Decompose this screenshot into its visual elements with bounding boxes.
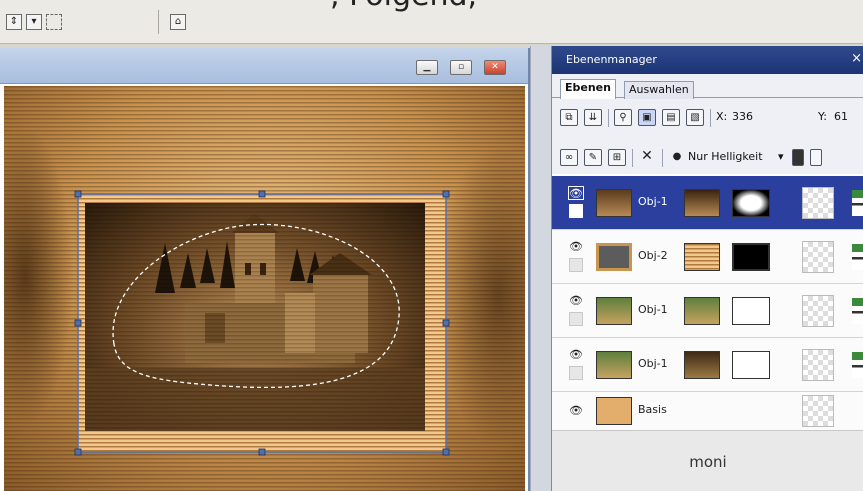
layer-name: Obj-2	[638, 249, 668, 262]
align-distribute-icon[interactable]: ⇕	[6, 14, 22, 30]
layer-alpha-thumbnail	[802, 349, 834, 381]
layout-icon[interactable]: ▤	[662, 109, 680, 126]
layer-name: Obj-1	[638, 303, 668, 316]
panel-title: Ebenenmanager ×	[552, 46, 863, 74]
layer-mask-thumbnail	[732, 351, 770, 379]
y-coordinate-label: Y:	[818, 110, 827, 123]
layer-row[interactable]: 👁 Obj-1	[552, 284, 863, 338]
panel-footer: moni	[552, 430, 863, 491]
image-icon[interactable]: ▧	[686, 109, 704, 126]
chain-icon[interactable]: ∞	[560, 149, 578, 166]
document-window: ▁ ▫ ✕	[0, 48, 530, 491]
layer-lock-box[interactable]	[569, 258, 583, 272]
x-coordinate-value: 336	[732, 110, 753, 123]
blend-mode-icon: ●	[672, 151, 682, 162]
home-object-icon[interactable]: ⌂	[170, 14, 186, 30]
layer-manager-panel: Ebenenmanager × Ebenen Auswahlen ⧉ ⇊ ⚲ ▣…	[551, 46, 863, 491]
layer-thumbnail	[596, 297, 632, 325]
blend-mode-select[interactable]: Nur Helligkeit	[688, 150, 763, 163]
opacity-swatch-icon[interactable]	[792, 149, 804, 166]
tool-separator	[608, 109, 609, 127]
layer-thumbnail	[596, 351, 632, 379]
top-toolbar: , Folgend, ⇕ ▾ ⌂	[0, 0, 863, 44]
layer-blend-icon	[852, 190, 863, 216]
select-box-icon[interactable]	[46, 14, 62, 30]
layer-row[interactable]: 👁 Obj-1	[552, 338, 863, 392]
layer-mask-thumbnail	[732, 243, 770, 271]
selection-handles	[74, 190, 450, 456]
layer-alpha-thumbnail	[802, 241, 834, 273]
delete-icon[interactable]: ✕	[638, 149, 656, 166]
layer-blend-icon	[852, 298, 863, 324]
lock-icon[interactable]	[810, 149, 822, 166]
layer-thumbnail	[684, 243, 720, 271]
layer-row[interactable]: 👁 Obj-2	[552, 230, 863, 284]
tool-separator	[710, 109, 711, 127]
close-icon[interactable]: ✕	[484, 60, 506, 75]
layer-list: 👁 Obj-1 👁 Obj-2 👁 Obj-1 👁 Obj-1 👁 Basis	[552, 174, 863, 430]
layer-mask-thumbnail	[732, 297, 770, 325]
copy-layer-icon[interactable]: ⧉	[560, 109, 578, 126]
layer-thumbnail	[684, 297, 720, 325]
layer-name: Obj-1	[638, 195, 668, 208]
layer-thumbnail	[596, 189, 632, 217]
layer-blend-icon	[852, 352, 863, 378]
tools-row-2: ∞ ✎ ⊞ ✕ ● Nur Helligkeit ▾	[552, 146, 863, 170]
tool-separator	[632, 149, 633, 167]
minimize-icon[interactable]: ▁	[416, 60, 438, 75]
align-menu-icon[interactable]: ▾	[26, 14, 42, 30]
eye-icon[interactable]: 👁	[568, 404, 584, 418]
layer-name: Basis	[638, 403, 667, 416]
layer-alpha-thumbnail	[802, 295, 834, 327]
layer-thumbnail	[596, 243, 632, 271]
layer-lock-box[interactable]	[569, 312, 583, 326]
chevron-down-icon[interactable]: ▾	[778, 150, 784, 163]
document-titlebar: ▁ ▫ ✕	[0, 48, 528, 84]
paste-layer-icon[interactable]: ⇊	[584, 109, 602, 126]
layer-name: Obj-1	[638, 357, 668, 370]
toolbar-separator	[158, 10, 159, 34]
layer-thumbnail	[684, 189, 720, 217]
divider-scroll[interactable]	[530, 46, 551, 491]
layer-row[interactable]: 👁 Obj-1	[552, 176, 863, 230]
y-coordinate-value: 61	[834, 110, 848, 123]
top-caption: , Folgend,	[330, 0, 477, 13]
tools-row-1: ⧉ ⇊ ⚲ ▣ ▤ ▧ X: 336 Y: 61	[552, 106, 863, 130]
panel-tabs: Ebenen Auswahlen	[552, 78, 863, 99]
layer-lock-box[interactable]	[569, 366, 583, 380]
layer-alpha-thumbnail	[802, 395, 834, 427]
restore-icon[interactable]: ▫	[450, 60, 472, 75]
image-canvas[interactable]	[4, 86, 525, 491]
layer-alpha-thumbnail	[802, 187, 834, 219]
magnify-icon[interactable]: ⚲	[614, 109, 632, 126]
footer-name: moni	[689, 453, 727, 471]
tab-auswahlen[interactable]: Auswahlen	[624, 81, 694, 99]
tool-wrench-icon[interactable]: ✎	[584, 149, 602, 166]
panel-title-text: Ebenenmanager	[566, 53, 657, 66]
eye-icon[interactable]: 👁	[568, 186, 584, 200]
eye-icon[interactable]: 👁	[568, 294, 584, 308]
tool-separator	[662, 149, 663, 167]
layer-thumbnail	[684, 351, 720, 379]
layer-lock-box[interactable]	[569, 204, 583, 218]
panel-close-icon[interactable]: ×	[851, 46, 862, 72]
x-coordinate-label: X:	[716, 110, 728, 123]
tab-ebenen[interactable]: Ebenen	[560, 79, 616, 99]
app-window: , Folgend, ⇕ ▾ ⌂ ▁ ▫ ✕	[0, 0, 863, 491]
group-icon[interactable]: ⊞	[608, 149, 626, 166]
eye-icon[interactable]: 👁	[568, 348, 584, 362]
layer-thumbnail	[596, 397, 632, 425]
layer-blend-icon	[852, 244, 863, 270]
frame-icon[interactable]: ▣	[638, 109, 656, 126]
layer-row[interactable]: 👁 Basis	[552, 392, 863, 430]
eye-icon[interactable]: 👁	[568, 240, 584, 254]
layer-mask-thumbnail	[732, 189, 770, 217]
